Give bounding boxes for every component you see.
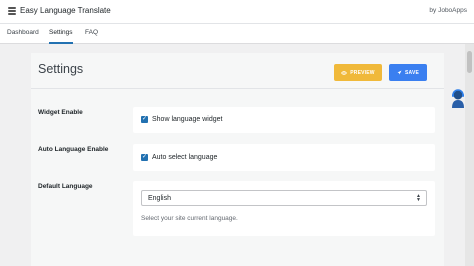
vendor-credit: by JoboApps xyxy=(429,7,467,14)
language-select-value: English xyxy=(148,195,171,202)
tab-settings[interactable]: Settings xyxy=(49,29,73,44)
default-language-help: Select your site current language. xyxy=(141,215,238,222)
widget-enable-card: ✓ Show language widget xyxy=(133,107,435,133)
auto-language-card: ✓ Auto select language xyxy=(133,144,435,171)
widget-enable-label: Widget Enable xyxy=(38,109,83,116)
eye-icon xyxy=(341,70,348,75)
scrollbar-thumb[interactable] xyxy=(467,51,472,73)
top-bar: Easy Language Translate by JoboApps xyxy=(0,0,474,24)
send-icon xyxy=(397,70,402,75)
chevron-updown-icon: ▲ ▼ xyxy=(416,193,421,203)
save-button[interactable]: SAVE xyxy=(389,64,427,81)
preview-button[interactable]: PREVIEW xyxy=(334,64,382,81)
preview-label: PREVIEW xyxy=(350,69,375,76)
menu-icon[interactable] xyxy=(8,7,16,15)
auto-language-label: Auto Language Enable xyxy=(38,146,109,153)
tab-bar: Dashboard Settings FAQ xyxy=(0,24,474,44)
widget-enable-checkbox-label[interactable]: Show language widget xyxy=(152,116,222,123)
save-label: SAVE xyxy=(404,69,420,76)
widget-enable-checkbox[interactable]: ✓ xyxy=(141,116,148,123)
tab-dashboard[interactable]: Dashboard xyxy=(7,29,39,44)
auto-language-checkbox-label[interactable]: Auto select language xyxy=(152,154,217,161)
support-agent-icon[interactable] xyxy=(450,88,466,108)
language-select[interactable]: English ▲ ▼ xyxy=(141,190,427,206)
tab-faq[interactable]: FAQ xyxy=(85,29,98,44)
page-title: Settings xyxy=(38,62,84,76)
scrollbar[interactable] xyxy=(465,44,474,266)
auto-language-checkbox[interactable]: ✓ xyxy=(141,154,148,161)
app-title: Easy Language Translate xyxy=(20,6,111,15)
default-language-label: Default Language xyxy=(38,183,93,190)
default-language-card: English ▲ ▼ Select your site current lang… xyxy=(133,181,435,236)
divider xyxy=(31,88,444,89)
